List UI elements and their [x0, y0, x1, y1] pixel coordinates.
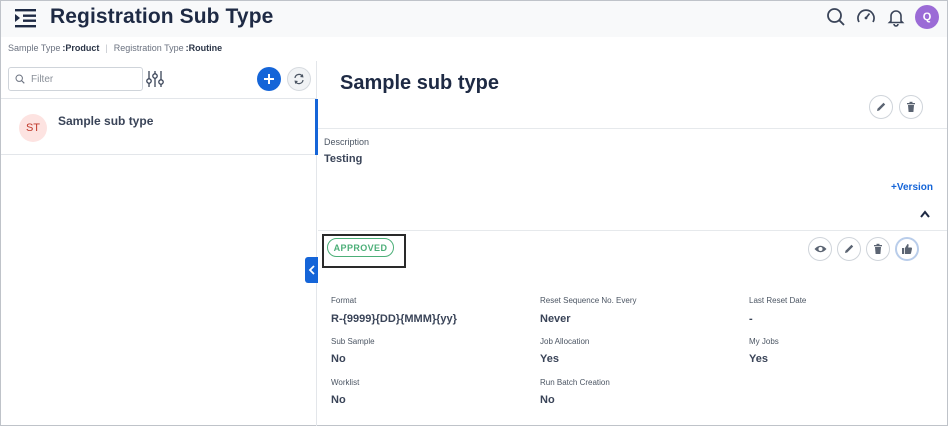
format-label: Format	[331, 296, 357, 305]
job-allocation-label: Job Allocation	[540, 337, 590, 346]
page-title: Registration Sub Type	[50, 5, 274, 28]
run-batch-creation-value: No	[540, 394, 555, 406]
eye-icon	[814, 245, 826, 253]
run-batch-creation-label: Run Batch Creation	[540, 378, 610, 387]
breadcrumb-registration-type-value: :Routine	[185, 43, 223, 53]
refresh-icon	[294, 73, 304, 85]
speedometer-icon[interactable]	[855, 6, 877, 28]
chevron-up-icon[interactable]	[919, 209, 931, 219]
section-divider	[318, 128, 947, 129]
bell-icon[interactable]	[885, 6, 907, 28]
trash-icon	[874, 243, 882, 254]
add-version-link[interactable]: +Version	[891, 182, 933, 193]
refresh-button[interactable]	[287, 67, 311, 91]
collapse-panel-button[interactable]	[305, 257, 318, 283]
job-allocation-value: Yes	[540, 353, 559, 365]
menu-toggle-icon[interactable]	[14, 7, 38, 29]
description-value: Testing	[324, 153, 363, 165]
view-button[interactable]	[808, 237, 832, 261]
reset-sequence-value: Never	[540, 313, 571, 325]
pencil-icon	[845, 244, 854, 253]
breadcrumb-sample-type-value: :Product	[62, 43, 100, 53]
sub-sample-value: No	[331, 353, 346, 365]
filter-search-icon	[15, 74, 25, 84]
detail-panel: Sample sub type Description Testing +Ver…	[318, 61, 947, 426]
version-delete-button[interactable]	[866, 237, 890, 261]
list-panel: ST Sample sub type	[1, 61, 318, 426]
breadcrumb-registration-type-label: Registration Type	[113, 43, 184, 53]
description-label: Description	[324, 137, 370, 147]
pencil-icon	[877, 102, 886, 111]
my-jobs-value: Yes	[749, 353, 768, 365]
delete-button[interactable]	[899, 95, 923, 119]
detail-title: Sample sub type	[340, 72, 499, 94]
filter-input[interactable]	[31, 73, 131, 85]
search-icon[interactable]	[825, 6, 847, 28]
breadcrumb-sample-type-label: Sample Type	[8, 43, 61, 53]
top-bar: Registration Sub Type Q	[1, 1, 947, 37]
worklist-label: Worklist	[331, 378, 360, 387]
filter-settings-icon[interactable]	[146, 70, 164, 88]
approve-button[interactable]	[895, 237, 919, 261]
sub-sample-label: Sub Sample	[331, 337, 375, 346]
trash-icon	[907, 101, 915, 112]
last-reset-date-value: -	[749, 313, 753, 325]
filter-field[interactable]	[8, 67, 143, 91]
my-jobs-label: My Jobs	[749, 337, 779, 346]
edit-button[interactable]	[869, 95, 893, 119]
thumbs-up-icon	[902, 244, 913, 254]
status-badge: APPROVED	[327, 238, 394, 257]
reset-sequence-label: Reset Sequence No. Every	[540, 296, 637, 305]
breadcrumb: Sample Type :Product | Registration Type…	[8, 43, 222, 53]
version-edit-button[interactable]	[837, 237, 861, 261]
plus-icon	[264, 74, 274, 84]
list-item[interactable]: ST Sample sub type	[1, 99, 318, 155]
version-divider	[318, 230, 947, 231]
chevron-left-icon	[308, 265, 315, 275]
list-item-avatar: ST	[19, 114, 47, 142]
user-avatar[interactable]: Q	[915, 5, 939, 29]
add-button[interactable]	[257, 67, 281, 91]
format-value: R-{9999}{DD}{MMM}{yy}	[331, 313, 457, 325]
last-reset-date-label: Last Reset Date	[749, 296, 807, 305]
worklist-value: No	[331, 394, 346, 406]
breadcrumb-separator: |	[105, 43, 108, 53]
list-item-label: Sample sub type	[58, 114, 154, 128]
